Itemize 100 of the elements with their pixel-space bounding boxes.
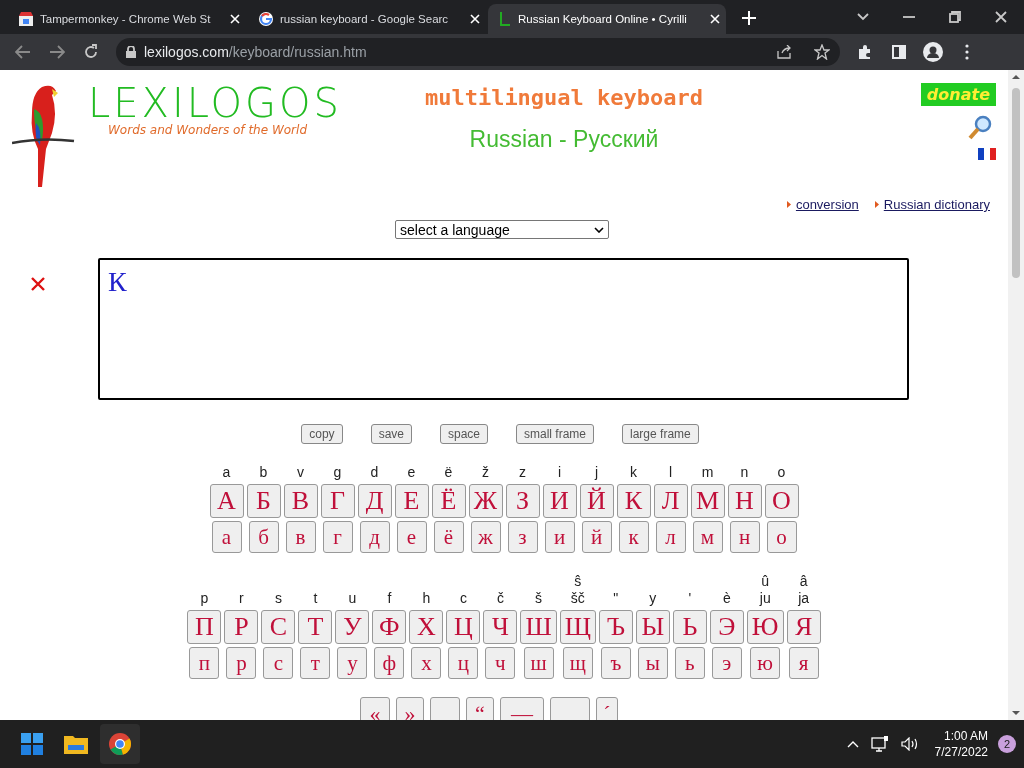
letter-key[interactable]: Ъ xyxy=(598,610,633,644)
letter-key[interactable]: М xyxy=(690,484,725,518)
letter-key[interactable]: о xyxy=(766,521,797,553)
share-icon[interactable] xyxy=(776,45,792,59)
letter-key[interactable]: Й xyxy=(579,484,614,518)
letter-key[interactable]: й xyxy=(581,521,612,553)
action-button[interactable]: copy xyxy=(301,424,343,444)
clock[interactable]: 1:00 AM 7/27/2022 xyxy=(934,728,988,760)
letter-key[interactable]: е xyxy=(396,521,427,553)
language-select[interactable]: select a language xyxy=(395,220,609,239)
monitor-icon[interactable] xyxy=(870,736,889,752)
symbol-key[interactable]: » xyxy=(396,697,424,720)
letter-key[interactable]: з xyxy=(507,521,538,553)
letter-key[interactable]: м xyxy=(692,521,723,553)
letter-key[interactable]: Я xyxy=(786,610,821,644)
windows-icon[interactable] xyxy=(21,733,43,755)
letter-key[interactable]: Р xyxy=(224,610,259,644)
browser-tab[interactable]: Russian Keyboard Online • Cyrilli xyxy=(488,4,726,34)
letter-key[interactable]: в xyxy=(285,521,316,553)
browser-tab[interactable]: Tampermonkey - Chrome Web St xyxy=(8,4,246,34)
speaker-icon[interactable] xyxy=(900,737,919,751)
letter-key[interactable]: ш xyxy=(523,647,554,679)
scroll-up-icon[interactable] xyxy=(1012,74,1020,80)
letter-key[interactable]: Ш xyxy=(520,610,557,644)
letter-key[interactable]: Щ xyxy=(559,610,596,644)
letter-key[interactable]: с xyxy=(263,647,294,679)
letter-key[interactable]: Ч xyxy=(483,610,518,644)
letter-key[interactable]: у xyxy=(337,647,368,679)
letter-key[interactable]: ю xyxy=(750,647,781,679)
flag-icon[interactable] xyxy=(978,148,996,160)
letter-key[interactable]: Х xyxy=(409,610,444,644)
letter-key[interactable]: П xyxy=(187,610,222,644)
scroll-down-icon[interactable] xyxy=(1012,710,1020,716)
letter-key[interactable]: п xyxy=(189,647,220,679)
chevron-down-icon[interactable] xyxy=(857,13,869,21)
letter-key[interactable]: Ж xyxy=(468,484,503,518)
forward-arrow-icon[interactable] xyxy=(49,45,65,59)
letter-key[interactable]: к xyxy=(618,521,649,553)
letter-key[interactable]: ё xyxy=(433,521,464,553)
action-button[interactable]: large frame xyxy=(622,424,699,444)
address-bar[interactable]: lexilogos.com/keyboard/russian.htm xyxy=(116,38,840,66)
letter-key[interactable]: Б xyxy=(246,484,281,518)
action-button[interactable]: small frame xyxy=(516,424,595,444)
scrollbar-thumb[interactable] xyxy=(1012,88,1020,278)
letter-key[interactable]: б xyxy=(248,521,279,553)
letter-key[interactable]: я xyxy=(788,647,819,679)
symbol-key[interactable]: “ xyxy=(466,697,494,720)
letter-key[interactable]: щ xyxy=(562,647,593,679)
letter-key[interactable]: н xyxy=(729,521,760,553)
letter-key[interactable]: Ц xyxy=(446,610,481,644)
puzzle-icon[interactable] xyxy=(857,44,873,60)
action-button[interactable]: space xyxy=(440,424,488,444)
chevron-up-icon[interactable] xyxy=(846,740,859,748)
letter-key[interactable]: д xyxy=(359,521,390,553)
letter-key[interactable]: ч xyxy=(485,647,516,679)
letter-key[interactable]: а xyxy=(211,521,242,553)
letter-key[interactable]: л xyxy=(655,521,686,553)
letter-key[interactable]: А xyxy=(209,484,244,518)
letter-key[interactable]: У xyxy=(335,610,370,644)
menu-icon[interactable] xyxy=(965,44,969,60)
restore-icon[interactable] xyxy=(949,11,961,23)
letter-key[interactable]: г xyxy=(322,521,353,553)
star-icon[interactable] xyxy=(814,44,830,60)
letter-key[interactable]: ц xyxy=(448,647,479,679)
clear-icon[interactable] xyxy=(30,276,46,292)
letter-key[interactable]: Ё xyxy=(431,484,466,518)
letter-key[interactable]: Т xyxy=(298,610,333,644)
letter-key[interactable]: х xyxy=(411,647,442,679)
link[interactable]: Russian dictionary xyxy=(883,197,990,212)
letter-key[interactable]: И xyxy=(542,484,577,518)
plus-icon[interactable] xyxy=(742,11,756,25)
symbol-key[interactable]: — xyxy=(500,697,544,720)
notification-badge[interactable]: 2 xyxy=(998,735,1016,753)
letter-key[interactable]: С xyxy=(261,610,296,644)
letter-key[interactable]: ы xyxy=(637,647,668,679)
chrome-icon[interactable] xyxy=(109,733,131,755)
scrollbar[interactable] xyxy=(1008,70,1024,720)
letter-key[interactable]: Ю xyxy=(746,610,784,644)
link[interactable]: conversion xyxy=(795,197,859,212)
letter-key[interactable]: З xyxy=(505,484,540,518)
close-icon[interactable] xyxy=(995,11,1007,23)
letter-key[interactable]: ж xyxy=(470,521,501,553)
text-area[interactable]: К xyxy=(98,258,909,400)
symbol-key[interactable]: « xyxy=(360,697,390,720)
letter-key[interactable]: Л xyxy=(653,484,688,518)
letter-key[interactable]: Д xyxy=(357,484,392,518)
letter-key[interactable]: т xyxy=(300,647,331,679)
letter-key[interactable]: В xyxy=(283,484,318,518)
symbol-key[interactable]: ´ xyxy=(596,697,618,720)
letter-key[interactable]: Н xyxy=(727,484,762,518)
letter-key[interactable]: Ы xyxy=(635,610,670,644)
action-button[interactable]: save xyxy=(370,424,412,444)
letter-key[interactable]: Э xyxy=(709,610,744,644)
letter-key[interactable]: ъ xyxy=(600,647,631,679)
letter-key[interactable]: К xyxy=(616,484,651,518)
profile-icon[interactable] xyxy=(923,42,943,62)
reload-icon[interactable] xyxy=(83,44,99,60)
letter-key[interactable]: О xyxy=(764,484,799,518)
letter-key[interactable]: Г xyxy=(320,484,355,518)
letter-key[interactable]: ь xyxy=(674,647,705,679)
